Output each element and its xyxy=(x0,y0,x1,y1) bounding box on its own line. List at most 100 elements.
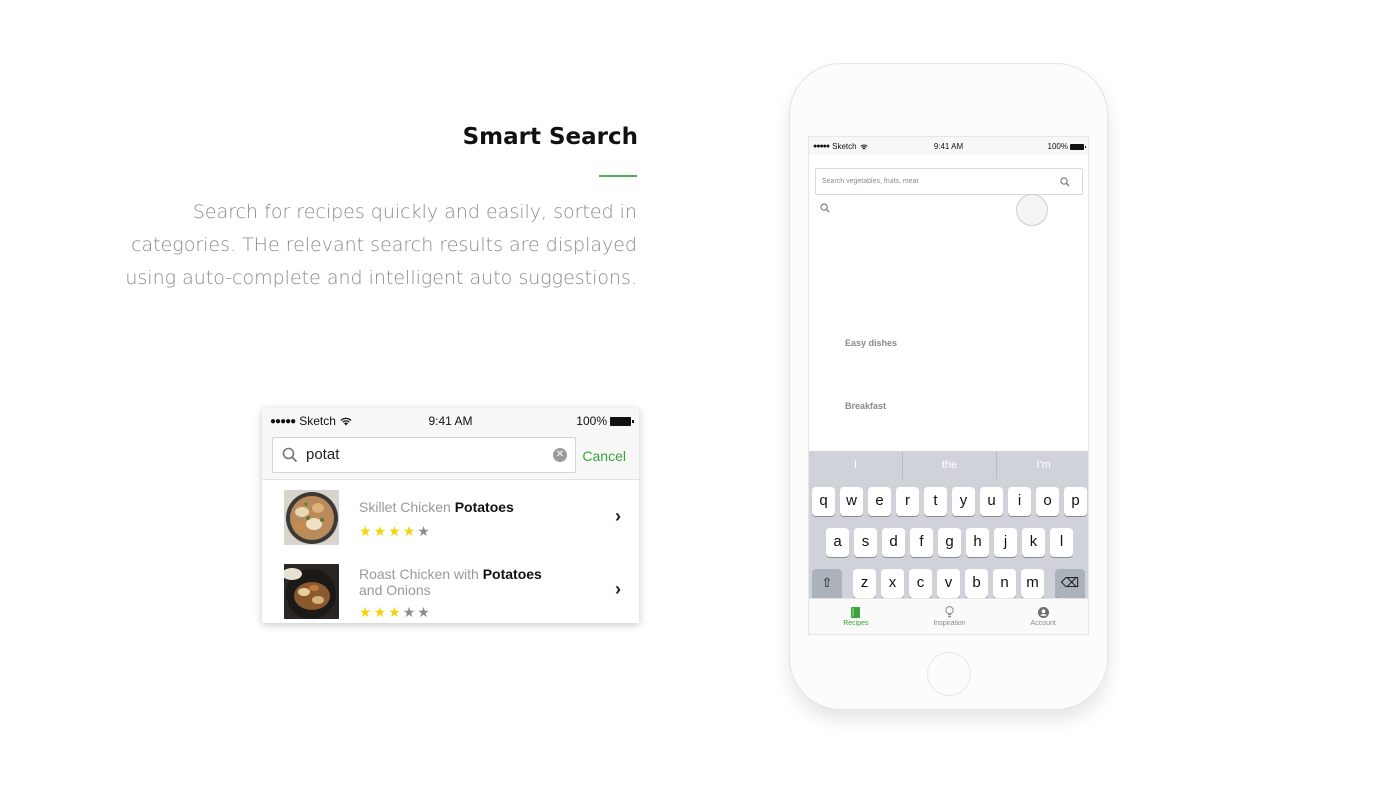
search-icon xyxy=(282,447,298,463)
key[interactable]: l xyxy=(1050,528,1073,557)
backspace-key[interactable]: ⌫ xyxy=(1055,569,1085,598)
result-item[interactable]: Roast Chicken with Potatoes and Onions ★ … xyxy=(262,554,639,623)
status-bar: ●●●●● Sketch 9:41 AM 100% xyxy=(262,408,639,434)
star-icon: ★ xyxy=(402,604,416,620)
keyboard: I the I'm q w e r t y u i o p a s d f g … xyxy=(809,451,1088,599)
tab-bar: Recipes Inspiration Account xyxy=(809,598,1088,634)
key[interactable]: o xyxy=(1036,487,1059,516)
status-bar: ●●●●● Sketch 9:41 AM 100% xyxy=(809,137,1088,155)
recipe-thumbnail xyxy=(284,564,339,619)
chevron-right-icon: › xyxy=(615,506,621,526)
key[interactable]: c xyxy=(909,569,932,598)
star-icon: ★ xyxy=(388,604,401,620)
title-plain: Roast Chicken with xyxy=(359,566,483,582)
phone-screen: ●●●●● Sketch 9:41 AM 100% Search vegetab… xyxy=(808,136,1089,635)
key[interactable]: g xyxy=(938,528,961,557)
key[interactable]: j xyxy=(994,528,1017,557)
search-placeholder: Search vegetables, fruits, meat xyxy=(822,178,919,185)
search-icon xyxy=(820,203,830,213)
search-query: potat xyxy=(306,446,340,463)
suggestion[interactable]: the xyxy=(903,451,997,479)
title-match: Potatoes xyxy=(454,499,514,515)
key[interactable]: y xyxy=(952,487,975,516)
key[interactable]: p xyxy=(1064,487,1087,516)
key[interactable]: z xyxy=(853,569,876,598)
section-description: Search for recipes quickly and easily, s… xyxy=(117,196,637,295)
star-icon: ★ xyxy=(402,523,416,539)
rating-stars: ★ ★ ★ ★ ★ xyxy=(359,604,430,621)
key[interactable]: m xyxy=(1021,569,1044,598)
clear-icon[interactable]: ✕ xyxy=(553,448,567,462)
key-row: a s d f g h j k l xyxy=(826,528,1073,557)
search-input[interactable]: potat ✕ xyxy=(272,437,576,473)
recipe-thumbnail xyxy=(284,490,339,545)
chevron-right-icon: › xyxy=(615,579,621,599)
key[interactable]: b xyxy=(965,569,988,598)
battery-percent: 100% xyxy=(1047,142,1068,151)
key[interactable]: k xyxy=(1022,528,1045,557)
key[interactable]: t xyxy=(924,487,947,516)
result-item[interactable]: Skillet Chicken Potatoes ★ ★ ★ ★ ★ › xyxy=(262,482,639,552)
key[interactable]: x xyxy=(881,569,904,598)
cancel-button[interactable]: Cancel xyxy=(582,448,626,464)
search-row: potat ✕ Cancel xyxy=(262,434,639,480)
battery-icon xyxy=(610,416,634,426)
star-icon: ★ xyxy=(388,523,401,539)
tab-label: Recipes xyxy=(843,620,869,627)
title-tail: and Onions xyxy=(359,582,431,598)
star-icon: ★ xyxy=(373,523,387,539)
title-match: Potatoes xyxy=(482,566,542,582)
lightbulb-icon xyxy=(903,605,997,619)
rating-stars: ★ ★ ★ ★ ★ xyxy=(359,523,430,540)
suggestion[interactable]: I xyxy=(809,451,903,479)
title-plain: Skillet Chicken xyxy=(359,499,455,515)
result-title: Skillet Chicken Potatoes xyxy=(359,499,574,515)
suggestion[interactable]: I'm xyxy=(997,451,1088,479)
touch-indicator xyxy=(1016,194,1048,226)
suggestion-bar: I the I'm xyxy=(809,451,1088,479)
key[interactable]: w xyxy=(840,487,863,516)
key[interactable]: r xyxy=(896,487,919,516)
battery-percent: 100% xyxy=(576,414,607,428)
tab-label: Inspiration xyxy=(933,620,966,627)
tab-account[interactable]: Account xyxy=(996,599,1088,634)
key[interactable]: i xyxy=(1008,487,1031,516)
result-title: Roast Chicken with Potatoes and Onions xyxy=(359,566,574,598)
tab-inspiration[interactable]: Inspiration xyxy=(903,599,997,634)
tab-recipes[interactable]: Recipes xyxy=(809,599,903,634)
star-icon: ★ xyxy=(373,604,387,620)
star-icon: ★ xyxy=(359,604,372,620)
search-icon xyxy=(1060,177,1070,187)
key[interactable]: a xyxy=(826,528,849,557)
description-line: using auto-complete and intelligent auto… xyxy=(125,267,637,289)
key[interactable]: s xyxy=(854,528,877,557)
description-line: Search for recipes quickly and easily, s… xyxy=(192,201,637,223)
tab-label: Account xyxy=(1030,620,1056,627)
star-icon: ★ xyxy=(417,523,430,539)
key[interactable]: q xyxy=(812,487,835,516)
star-icon: ★ xyxy=(417,604,430,620)
category-item[interactable]: Easy dishes xyxy=(845,338,897,348)
heading-underline xyxy=(599,175,637,177)
key[interactable]: e xyxy=(868,487,891,516)
shift-key[interactable]: ⇧ xyxy=(812,569,842,598)
key-row: ⇧ z x c v b n m ⌫ xyxy=(812,569,1085,598)
section-heading: Smart Search xyxy=(462,124,638,150)
description-line: categories. THe relevant search results … xyxy=(131,234,637,256)
key-row: q w e r t y u i o p xyxy=(812,487,1087,516)
search-input[interactable]: Search vegetables, fruits, meat xyxy=(815,168,1083,195)
key[interactable]: v xyxy=(937,569,960,598)
star-icon: ★ xyxy=(359,523,372,539)
category-item[interactable]: Breakfast xyxy=(845,401,886,411)
key[interactable]: u xyxy=(980,487,1003,516)
key[interactable]: n xyxy=(993,569,1016,598)
home-button[interactable] xyxy=(927,652,971,696)
book-icon xyxy=(809,605,903,619)
key[interactable]: d xyxy=(882,528,905,557)
search-results-card: ●●●●● Sketch 9:41 AM 100% potat ✕ Cancel xyxy=(262,408,639,623)
battery-icon xyxy=(1070,143,1086,150)
status-time: 9:41 AM xyxy=(933,142,964,151)
key[interactable]: h xyxy=(966,528,989,557)
key[interactable]: f xyxy=(910,528,933,557)
account-icon xyxy=(996,605,1088,619)
